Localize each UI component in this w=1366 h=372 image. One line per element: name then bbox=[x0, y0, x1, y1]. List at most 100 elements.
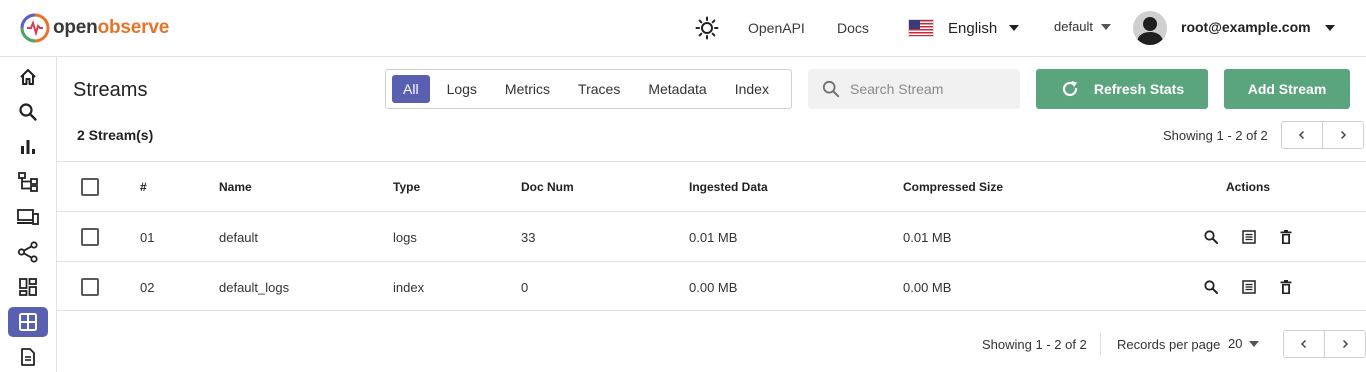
chevron-down-icon bbox=[1009, 25, 1020, 31]
column-header-ingested-data[interactable]: Ingested Data bbox=[689, 162, 768, 212]
bar-chart-icon bbox=[21, 140, 35, 154]
ingested-data: 0.01 MB bbox=[689, 229, 738, 245]
chevron-right-icon bbox=[1340, 130, 1347, 140]
chevron-left-icon bbox=[1300, 339, 1307, 349]
openobserve-logo[interactable]: openobserve bbox=[20, 13, 169, 43]
sidebar-item-rum[interactable] bbox=[8, 202, 48, 232]
delete-icon[interactable] bbox=[1278, 279, 1294, 295]
stream-name: default bbox=[219, 229, 259, 245]
prev-page-button[interactable] bbox=[1284, 331, 1324, 357]
divider bbox=[1100, 333, 1101, 355]
stream-name: default_logs bbox=[219, 279, 290, 295]
language-label: English bbox=[948, 19, 998, 37]
avatar[interactable] bbox=[1133, 11, 1167, 45]
sidebar-item-streams[interactable] bbox=[8, 307, 48, 337]
tab-metrics[interactable]: Metrics bbox=[494, 75, 561, 103]
doc-num: 0 bbox=[521, 279, 529, 295]
sidebar-item-search[interactable] bbox=[8, 97, 48, 127]
sidebar-item-metrics[interactable] bbox=[8, 132, 48, 162]
sun-icon bbox=[695, 16, 719, 40]
row-number: 02 bbox=[140, 279, 155, 295]
pagination-top bbox=[1281, 121, 1364, 149]
prev-page-button[interactable] bbox=[1282, 122, 1322, 148]
row-checkbox[interactable] bbox=[81, 262, 99, 312]
table-header-row: # Name Type Doc Num Ingested Data Compre… bbox=[57, 161, 1366, 211]
compressed-size: 0.01 MB bbox=[903, 229, 952, 245]
org-selector[interactable]: default bbox=[1054, 19, 1112, 34]
logo-text: openobserve bbox=[53, 17, 169, 39]
language-selector[interactable]: English bbox=[908, 16, 1020, 40]
logo-text-open: open bbox=[53, 17, 98, 38]
docs-link[interactable]: Docs bbox=[837, 20, 869, 36]
column-header-doc-num[interactable]: Doc Num bbox=[521, 162, 574, 212]
schema-list-icon[interactable] bbox=[1241, 229, 1257, 245]
sidebar-item-pipelines[interactable] bbox=[8, 237, 48, 267]
refresh-stats-button[interactable]: Refresh Stats bbox=[1036, 69, 1208, 109]
user-email[interactable]: root@example.com bbox=[1181, 19, 1311, 35]
stream-type: logs bbox=[393, 229, 417, 245]
column-header-type[interactable]: Type bbox=[393, 162, 420, 212]
sidebar-item-dashboards[interactable] bbox=[8, 272, 48, 302]
compressed-size: 0.00 MB bbox=[903, 279, 952, 295]
search-stream-input[interactable] bbox=[850, 81, 1010, 97]
sidebar bbox=[0, 57, 57, 372]
logo-mark-icon bbox=[20, 13, 50, 43]
chevron-down-icon bbox=[1249, 340, 1260, 347]
logo-text-observe: observe bbox=[97, 17, 170, 38]
checkbox-box bbox=[81, 278, 99, 296]
refresh-icon bbox=[1062, 81, 1077, 97]
sidebar-item-reports[interactable] bbox=[8, 342, 48, 372]
tab-all[interactable]: All bbox=[392, 75, 430, 103]
next-page-button[interactable] bbox=[1324, 331, 1365, 357]
hierarchy-icon bbox=[18, 172, 38, 192]
grid-icon bbox=[19, 313, 37, 331]
pagination-summary-bottom: Showing 1 - 2 of 2 bbox=[982, 337, 1087, 352]
add-stream-button[interactable]: Add Stream bbox=[1224, 69, 1350, 109]
search-icon[interactable] bbox=[1203, 279, 1219, 295]
tab-logs[interactable]: Logs bbox=[436, 75, 488, 103]
column-header-number[interactable]: # bbox=[140, 162, 147, 212]
doc-num: 33 bbox=[521, 229, 536, 245]
openapi-link[interactable]: OpenAPI bbox=[748, 20, 805, 36]
schema-list-icon[interactable] bbox=[1241, 279, 1257, 295]
share-icon bbox=[17, 241, 38, 263]
column-header-compressed-size[interactable]: Compressed Size bbox=[903, 162, 1003, 212]
user-avatar-icon bbox=[1136, 17, 1164, 45]
pagination-bottom bbox=[1283, 330, 1366, 358]
row-checkbox[interactable] bbox=[81, 212, 99, 262]
us-flag-icon bbox=[908, 19, 934, 37]
delete-icon[interactable] bbox=[1278, 229, 1294, 245]
add-stream-label: Add Stream bbox=[1247, 81, 1327, 97]
records-per-page-value: 20 bbox=[1228, 336, 1243, 351]
tab-metadata[interactable]: Metadata bbox=[637, 75, 717, 103]
chevron-down-icon[interactable] bbox=[1325, 25, 1335, 31]
select-all-checkbox[interactable] bbox=[81, 162, 99, 212]
tab-index[interactable]: Index bbox=[724, 75, 780, 103]
top-header: openobserve OpenAPI Docs English default… bbox=[0, 0, 1366, 57]
chevron-down-icon bbox=[1101, 23, 1112, 30]
search-icon[interactable] bbox=[1203, 229, 1219, 245]
column-header-name[interactable]: Name bbox=[219, 162, 252, 212]
table-row: 01 default logs 33 0.01 MB 0.01 MB bbox=[57, 211, 1366, 261]
search-icon bbox=[19, 103, 37, 121]
stream-type-tabs: All Logs Metrics Traces Metadata Index bbox=[385, 69, 792, 109]
org-label: default bbox=[1054, 19, 1094, 34]
tab-traces[interactable]: Traces bbox=[567, 75, 631, 103]
next-page-button[interactable] bbox=[1322, 122, 1363, 148]
theme-toggle-button[interactable] bbox=[694, 15, 720, 41]
chevron-right-icon bbox=[1342, 339, 1349, 349]
streams-table: # Name Type Doc Num Ingested Data Compre… bbox=[57, 161, 1366, 311]
search-box bbox=[808, 69, 1020, 109]
row-number: 01 bbox=[140, 229, 155, 245]
document-icon bbox=[21, 348, 35, 366]
sidebar-item-traces[interactable] bbox=[8, 167, 48, 197]
stream-type: index bbox=[393, 279, 425, 295]
page-title: Streams bbox=[73, 79, 148, 101]
search-icon bbox=[822, 80, 840, 98]
checkbox-box bbox=[81, 178, 99, 196]
chevron-left-icon bbox=[1298, 130, 1305, 140]
checkbox-box bbox=[81, 228, 99, 246]
sidebar-item-home[interactable] bbox=[8, 62, 48, 92]
devices-icon bbox=[17, 209, 39, 225]
records-per-page-select[interactable]: 20 bbox=[1228, 336, 1260, 351]
